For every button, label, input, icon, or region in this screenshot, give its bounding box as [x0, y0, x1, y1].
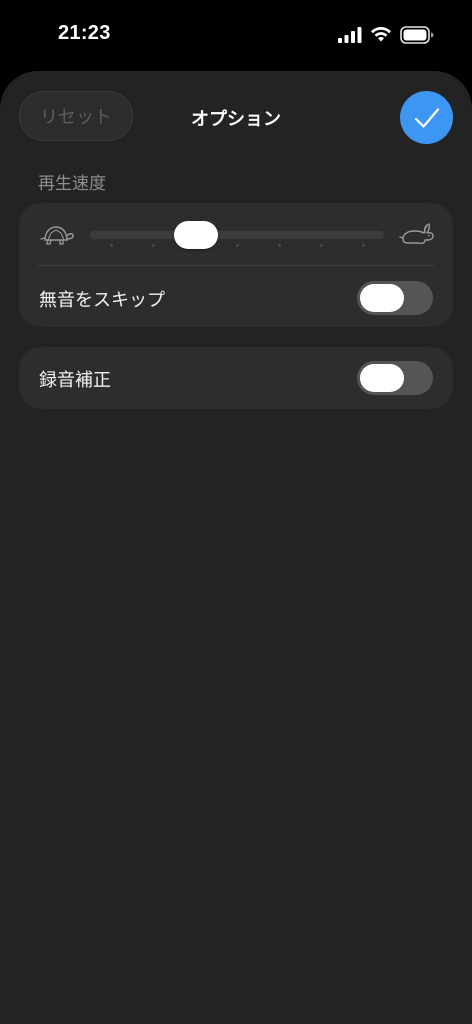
skip-silence-toggle[interactable] [357, 281, 433, 315]
slider-tick [151, 244, 155, 247]
signal-icon [338, 27, 362, 43]
battery-icon [400, 26, 434, 44]
slider-tick [277, 244, 281, 247]
toggle-knob [360, 284, 404, 312]
enhance-recording-toggle[interactable] [357, 361, 433, 395]
slider-tick [109, 244, 113, 247]
status-time: 21:23 [58, 22, 111, 44]
skip-silence-label: 無音をスキップ [39, 290, 165, 311]
section-label-playback-speed: 再生速度 [38, 174, 106, 194]
speed-slider-track[interactable] [90, 231, 384, 239]
playback-speed-card: 無音をスキップ [19, 203, 453, 327]
slider-tick [319, 244, 323, 247]
slider-tick [235, 244, 239, 247]
wifi-icon [371, 26, 391, 42]
options-sheet: リセット オプション 再生速度 無音をスキップ 録音補正 [0, 71, 472, 1024]
enhance-recording-label: 録音補正 [39, 370, 111, 391]
enhance-recording-card: 録音補正 [19, 347, 453, 409]
slider-tick [361, 244, 365, 247]
toggle-knob [360, 364, 404, 392]
rabbit-icon [399, 223, 434, 245]
screen: 21:23 リセット オプション 再生速度 無音をスキップ 録音補正 [0, 0, 472, 1024]
speed-slider-thumb[interactable] [173, 221, 218, 249]
checkmark-icon [414, 107, 439, 128]
confirm-button[interactable] [400, 91, 453, 144]
card-divider [38, 265, 434, 266]
turtle-icon [40, 226, 74, 245]
